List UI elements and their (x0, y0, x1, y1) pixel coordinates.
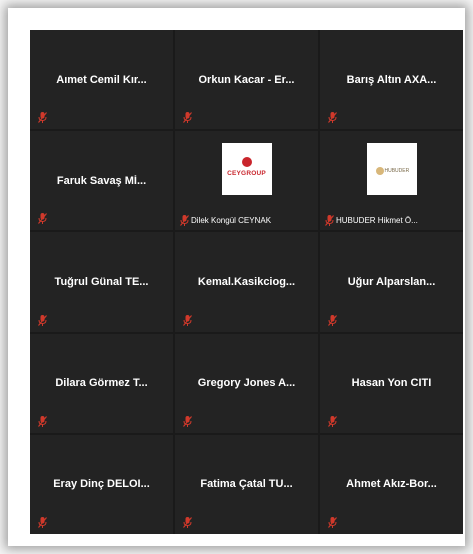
participant-gallery: Aımet Cemil Kır... Orkun Kacar - Er... B… (30, 30, 463, 534)
participant-name: Aımet Cemil Kır... (56, 73, 147, 86)
screenshot-frame: Aımet Cemil Kır... Orkun Kacar - Er... B… (8, 8, 465, 546)
participant-name: Barış Altın AXA... (346, 73, 437, 86)
participant-tile[interactable]: Fatima Çatal TU... (175, 434, 318, 534)
logo-text: HUBUDER (384, 168, 410, 175)
microphone-muted-icon (38, 314, 47, 326)
participant-tile[interactable]: Tuğrul Günal TE... (30, 232, 173, 332)
participant-name: Orkun Kacar - Er... (198, 73, 295, 86)
participant-tile-video[interactable]: HUBUDER HUBUDER Hikmet Ö... (320, 131, 463, 231)
participant-tile[interactable]: Kemal.Kasikciog... (175, 232, 318, 332)
participant-tile[interactable]: Aımet Cemil Kır... (30, 30, 173, 130)
microphone-muted-icon (38, 213, 47, 225)
video-name-bar: Dilek Kongül CEYNAK (180, 215, 272, 227)
participant-name: Fatima Çatal TU... (200, 478, 293, 491)
participant-tile[interactable]: Uğur Alparslan... (320, 232, 463, 332)
logo-text: CEYGROUP (227, 170, 266, 178)
microphone-muted-icon (328, 516, 337, 528)
microphone-muted-icon (38, 516, 47, 528)
participant-tile[interactable]: Ahmet Akız-Bor... (320, 434, 463, 534)
microphone-muted-icon (183, 415, 192, 427)
participant-tile[interactable]: Hasan Yon CITI (320, 333, 463, 433)
microphone-muted-icon (38, 415, 47, 427)
microphone-muted-icon (183, 314, 192, 326)
ceygroup-logo-mark (241, 157, 252, 168)
company-logo: HUBUDER (366, 143, 417, 196)
participant-name: Kemal.Kasikciog... (197, 275, 296, 288)
participant-name: Faruk Savaş Mİ... (56, 174, 147, 187)
participant-name: HUBUDER Hikmet Ö... (336, 216, 418, 226)
microphone-muted-icon (328, 415, 337, 427)
microphone-muted-icon (183, 112, 192, 124)
participant-tile[interactable]: Gregory Jones A... (175, 333, 318, 433)
participant-name: Tuğrul Günal TE... (54, 275, 149, 288)
participant-name: Ahmet Akız-Bor... (346, 478, 437, 491)
participant-name: Dilek Kongül CEYNAK (191, 216, 272, 226)
participant-name: Uğur Alparslan... (347, 275, 436, 288)
microphone-muted-icon (328, 112, 337, 124)
participant-tile[interactable]: Eray Dinç DELOI... (30, 434, 173, 534)
participant-name: Dilara Görmez T... (55, 377, 148, 390)
participant-tile[interactable]: Orkun Kacar - Er... (175, 30, 318, 130)
microphone-muted-icon (328, 314, 337, 326)
participant-tile[interactable]: Faruk Savaş Mİ... (30, 131, 173, 231)
microphone-muted-icon (183, 516, 192, 528)
hubuder-logo-mark (375, 167, 384, 176)
participant-name: Eray Dinç DELOI... (53, 478, 150, 491)
participant-name: Hasan Yon CITI (351, 377, 432, 390)
participant-name: Gregory Jones A... (197, 377, 296, 390)
company-logo: CEYGROUP (221, 143, 272, 196)
microphone-muted-icon (325, 215, 334, 227)
participant-tile[interactable]: Barış Altın AXA... (320, 30, 463, 130)
participant-tile[interactable]: Dilara Görmez T... (30, 333, 173, 433)
microphone-muted-icon (38, 112, 47, 124)
participant-tile-video[interactable]: CEYGROUP Dilek Kongül CEYNAK (175, 131, 318, 231)
microphone-muted-icon (180, 215, 189, 227)
video-name-bar: HUBUDER Hikmet Ö... (325, 215, 418, 227)
